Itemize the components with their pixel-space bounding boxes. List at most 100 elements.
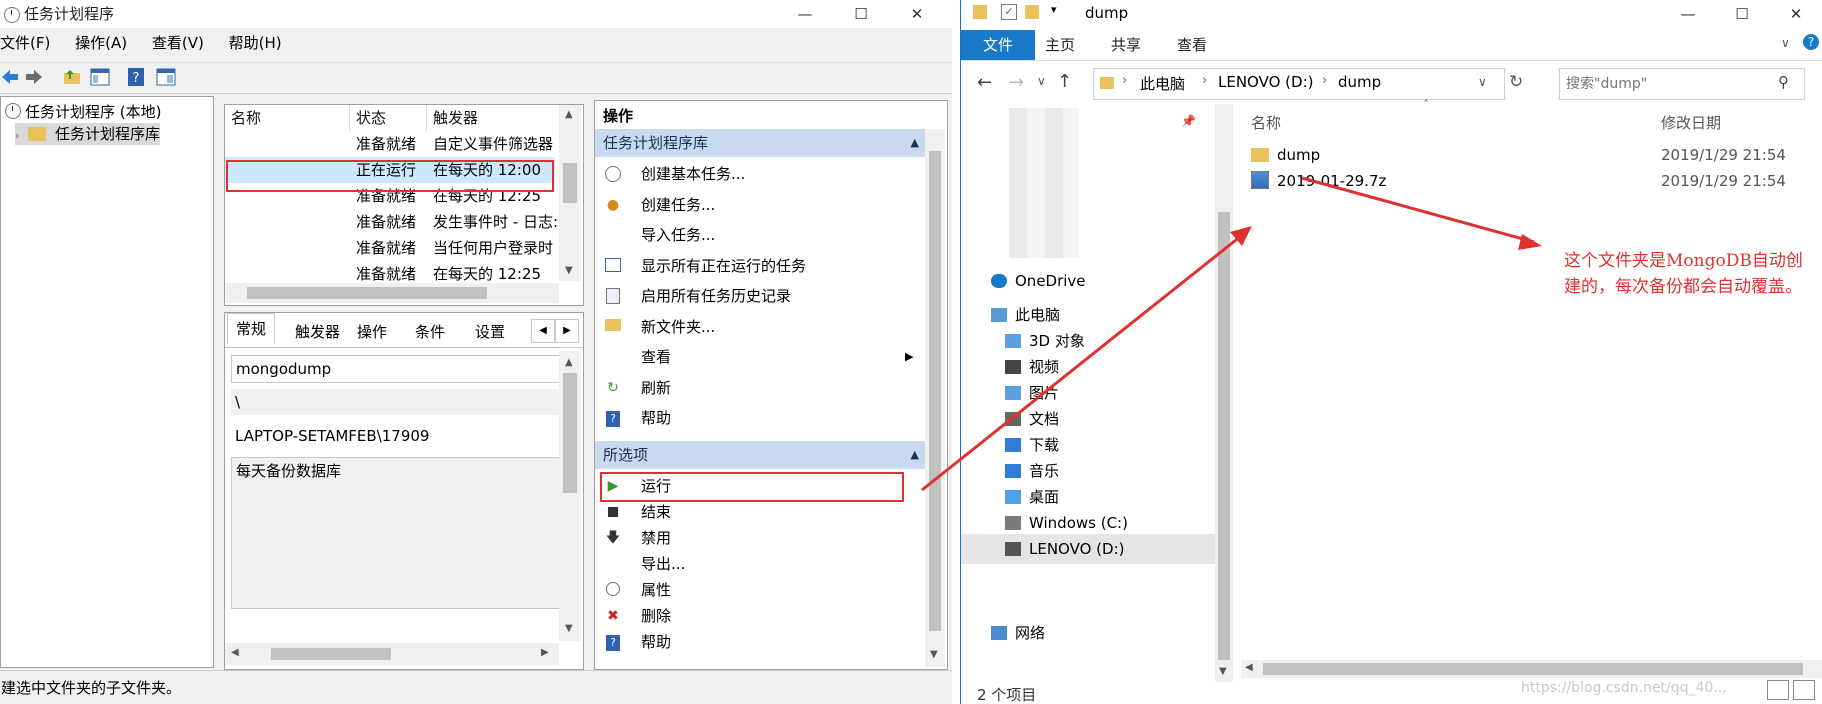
recent-locations-icon[interactable]: ∨ <box>1037 74 1046 88</box>
table-row[interactable]: LenovoUtilit...准备就绪自定义事件筛选器 <box>225 131 555 157</box>
chevron-right-icon[interactable]: › <box>1322 73 1327 88</box>
breadcrumb-dump[interactable]: dump <box>1338 73 1381 91</box>
minimize-button[interactable]: — <box>780 0 830 28</box>
breadcrumb-drive[interactable]: LENOVO (D:) <box>1218 73 1313 91</box>
task-description-field[interactable]: 每天备份数据库 <box>231 457 565 609</box>
close-button[interactable]: ✕ <box>892 0 942 28</box>
scroll-right-icon[interactable]: ▶ <box>541 647 549 658</box>
large-icons-view-icon[interactable] <box>1793 680 1815 700</box>
nav-scrollbar[interactable]: ▼ <box>1215 104 1233 682</box>
maximize-button[interactable]: ☐ <box>1717 0 1767 28</box>
actions-scrollbar[interactable]: ▼ <box>925 129 945 667</box>
table-row[interactable]: NvNodeLau...准备就绪当任何用户登录时 - <box>225 235 557 261</box>
new-folder-icon[interactable] <box>1025 5 1039 19</box>
task-list-hscrollbar[interactable] <box>225 283 559 303</box>
close-button[interactable]: ✕ <box>1771 0 1821 28</box>
nav-pc-item[interactable]: LENOVO (D:) <box>961 534 1215 564</box>
search-input[interactable] <box>1564 72 1768 96</box>
tab-actions[interactable]: 操作 <box>349 317 395 347</box>
tree-item-library[interactable]: › 任务计划程序库 <box>15 123 160 145</box>
tab-conditions[interactable]: 条件 <box>407 317 453 347</box>
tab-view[interactable]: 查看 <box>1177 30 1207 60</box>
breadcrumb-this-pc[interactable]: 此电脑 <box>1140 73 1185 94</box>
address-bar[interactable]: › 此电脑 › LENOVO (D:) › dump ∨ <box>1093 68 1505 100</box>
tab-scroll-right-icon[interactable]: ▶ <box>555 319 579 343</box>
scroll-down-icon[interactable]: ▼ <box>565 265 573 276</box>
table-row[interactable]: NVIDIA GeF...准备就绪发生事件时 - 日志:... <box>225 209 557 235</box>
properties-checkbox-icon[interactable]: ✓ <box>1001 4 1017 20</box>
scroll-left-icon[interactable]: ◀ <box>231 647 239 658</box>
chevron-right-icon[interactable]: › <box>1202 73 1207 88</box>
nav-onedrive[interactable]: OneDrive <box>991 266 1086 296</box>
scroll-up-icon[interactable]: ▲ <box>565 357 573 368</box>
detail-scrollbar[interactable]: ▲ ▼ <box>559 351 581 641</box>
collapse-icon[interactable]: ▲ <box>911 441 919 469</box>
location-icon <box>1005 542 1021 556</box>
maximize-button[interactable]: ☐ <box>836 0 886 28</box>
menu-file[interactable]: 文件(F) <box>0 34 50 52</box>
column-name[interactable]: 名称 <box>225 105 350 131</box>
pin-icon[interactable]: 📌 <box>1181 114 1196 128</box>
menu-help[interactable]: 帮助(H) <box>229 34 282 52</box>
scroll-thumb[interactable] <box>563 163 577 203</box>
tab-scroll-left-icon[interactable]: ◀ <box>531 319 555 343</box>
scroll-down-icon[interactable]: ▼ <box>1219 666 1227 677</box>
address-dropdown-icon[interactable]: ∨ <box>1478 75 1487 89</box>
column-date[interactable]: 修改日期 <box>1661 112 1721 133</box>
quick-access-dropdown-icon[interactable]: ▾ <box>1051 3 1057 16</box>
help-icon[interactable]: ? <box>126 67 146 87</box>
hscroll-thumb[interactable] <box>247 287 487 299</box>
column-status[interactable]: 状态 <box>350 105 427 131</box>
hscroll-thumb[interactable] <box>1263 663 1803 675</box>
chevron-right-icon[interactable]: › <box>1122 73 1127 88</box>
end-icon <box>605 504 621 520</box>
menu-action[interactable]: 操作(A) <box>75 34 127 52</box>
task-list-scrollbar[interactable]: ▲ ▼ <box>559 105 581 281</box>
section-selected-item[interactable]: 所选项 ▲ <box>595 441 927 469</box>
show-hide-tree-icon[interactable] <box>90 67 110 87</box>
up-folder-icon[interactable] <box>62 67 82 87</box>
up-arrow-icon[interactable]: ↑ <box>1057 71 1072 92</box>
minimize-button[interactable]: — <box>1663 0 1713 28</box>
tree-root[interactable]: 任务计划程序 (本地) <box>5 101 161 123</box>
file-list-hscrollbar[interactable]: ◀ <box>1241 660 1822 678</box>
refresh-icon[interactable]: ↻ <box>1509 72 1523 92</box>
detail-hscrollbar[interactable]: ◀ ▶ <box>225 643 559 665</box>
tab-file[interactable]: 文件 <box>961 30 1035 60</box>
search-box[interactable]: ⚲ <box>1559 68 1805 100</box>
nav-pc-item-label: 3D 对象 <box>1029 332 1085 350</box>
list-item-archive[interactable]: 2019-01-29.7z 2019/1/29 21:54 <box>1251 168 1786 194</box>
ribbon-expand-icon[interactable]: ∨ <box>1781 36 1790 50</box>
scroll-thumb[interactable] <box>563 373 577 493</box>
column-trigger[interactable]: 触发器 <box>427 105 553 131</box>
scroll-thumb[interactable] <box>929 151 941 631</box>
nav-network[interactable]: 网络 <box>991 618 1045 648</box>
task-name-field[interactable]: mongodump <box>231 355 565 383</box>
tab-home[interactable]: 主页 <box>1045 30 1075 60</box>
tab-share[interactable]: 共享 <box>1111 30 1141 60</box>
search-icon[interactable]: ⚲ <box>1778 73 1789 91</box>
collapse-icon[interactable]: ▲ <box>911 129 919 157</box>
tab-triggers[interactable]: 触发器 <box>287 317 348 347</box>
tab-general[interactable]: 常规 <box>227 313 276 344</box>
help-icon[interactable]: ? <box>1803 34 1819 50</box>
hscroll-thumb[interactable] <box>271 648 391 660</box>
scroll-left-icon[interactable]: ◀ <box>1245 662 1253 673</box>
forward-arrow-icon[interactable] <box>24 67 44 87</box>
section-task-library-label: 任务计划程序库 <box>603 134 709 152</box>
menu-view[interactable]: 查看(V) <box>152 34 204 52</box>
back-arrow-icon[interactable]: ← <box>977 72 992 93</box>
scroll-down-icon[interactable]: ▼ <box>565 623 573 634</box>
section-task-library[interactable]: 任务计划程序库 ▲ <box>595 129 927 157</box>
tab-settings[interactable]: 设置 <box>467 317 513 347</box>
back-arrow-icon[interactable] <box>0 67 20 87</box>
action-label: 创建基本任务... <box>641 165 746 183</box>
scroll-up-icon[interactable]: ▲ <box>565 109 573 120</box>
scroll-down-icon[interactable]: ▼ <box>930 649 938 660</box>
show-action-pane-icon[interactable] <box>156 67 176 87</box>
scroll-thumb[interactable] <box>1218 212 1230 660</box>
details-view-icon[interactable] <box>1767 680 1789 700</box>
forward-arrow-icon[interactable]: → <box>1009 72 1024 93</box>
column-name[interactable]: 名称 <box>1251 112 1281 133</box>
list-item-dump-folder[interactable]: dump 2019/1/29 21:54 <box>1251 142 1786 168</box>
